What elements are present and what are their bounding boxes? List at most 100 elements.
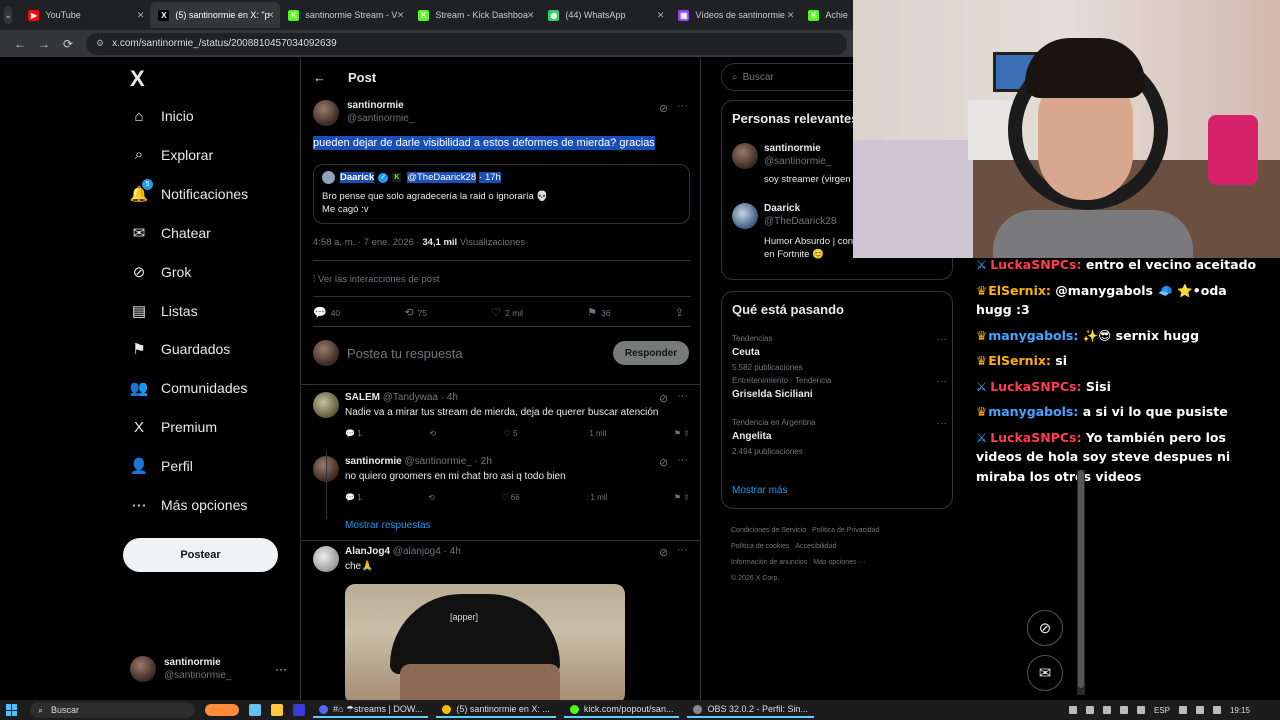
tray-icon[interactable] [1085,706,1094,714]
person-avatar[interactable] [732,143,758,169]
footer-link[interactable]: Política de Privacidad [812,527,879,534]
reply-photo[interactable]: [apper] [345,584,625,700]
tab-search-button[interactable]: ⌄ [4,6,13,24]
nav-item-explore[interactable]: ⌕ Explorar [130,141,213,169]
quoted-post[interactable]: Daarick ✓ K @TheDaarick28 · 17h Bro pens… [313,164,690,224]
footer-link[interactable]: © 2026 X Corp. [731,575,779,582]
app-v-icon[interactable] [293,704,305,716]
taskbar-search[interactable]: ⌕ Buscar [30,702,195,718]
nav-item-communities[interactable]: 👥 Comunidades [130,374,248,402]
like-button[interactable]: ♡ 66 [501,493,519,503]
messages-float-icon[interactable]: ✉ [1027,655,1063,691]
grok-icon[interactable]: ⊘ [659,456,668,469]
show-replies-link[interactable]: Mostrar respuestas [345,520,431,531]
nav-item-notifications[interactable]: 🔔 5 Notificaciones [130,178,248,208]
person-handle[interactable]: @santinormie_ [764,156,831,167]
show-more-link[interactable]: Mostrar más [732,485,788,496]
windows-start-icon[interactable] [6,704,18,716]
post-button[interactable]: Postear [123,538,278,572]
nav-item-home[interactable]: ⌂ Inicio [130,102,193,130]
views-button[interactable]: ⫶ 1 mil [586,493,607,503]
tab-close-icon[interactable]: ✕ [267,10,275,21]
taskbar-window[interactable]: (5) santinormie en X: ... [436,702,556,718]
tab-close-icon[interactable]: ✕ [527,10,535,21]
tab-close-icon[interactable]: ✕ [137,10,145,21]
tab-close-icon[interactable]: ✕ [787,10,795,21]
person-name[interactable]: santinormie [764,143,821,154]
reply-author[interactable]: SALEM [345,392,380,403]
repost-button[interactable]: ⟲ [429,429,436,439]
repost-button[interactable]: ⟲ [428,493,435,503]
file-explorer-icon[interactable] [271,704,283,716]
widget-icon[interactable] [205,704,239,716]
battery-icon[interactable] [1212,706,1221,714]
browser-tab[interactable]: ◉ (44) WhatsApp ✕ [540,2,670,28]
reply-button[interactable]: 💬 1 [345,493,362,503]
grok-icon[interactable]: ⊘ [659,546,668,559]
back-icon[interactable]: ← [8,37,32,51]
back-arrow-icon[interactable]: ← [313,70,326,85]
browser-tab[interactable]: ▶ YouTube ✕ [20,2,150,28]
footer-link[interactable]: Más opciones ··· [813,559,865,566]
reply-handle[interactable]: @santinormie_ · 2h [404,456,491,467]
footer-link[interactable]: Condiciones de Servicio [731,527,806,534]
views-button[interactable]: ⫶ 1 mil [585,429,606,439]
reply-post[interactable]: santinormie @santinormie_ · 2h ⊘ ··· no qui… [313,454,691,516]
more-icon[interactable]: ··· [677,544,688,556]
nav-item-profile[interactable]: 👤 Perfil [130,452,193,480]
tray-icon[interactable] [1068,706,1077,714]
like-button[interactable]: ♡ 5 [504,429,518,439]
author-name[interactable]: santinormie [347,100,414,111]
more-icon[interactable]: ··· [677,100,688,112]
footer-link[interactable]: Accesibilidad [795,543,836,550]
author-handle[interactable]: @santinormie_ [347,113,414,124]
nav-item-premium[interactable]: X Premium [130,413,217,441]
trend-more-icon[interactable]: ··· [937,376,947,387]
reply-handle[interactable]: @alanjog4 · 4h [393,546,461,557]
footer-link[interactable]: Información de anuncios [731,559,807,566]
reply-avatar[interactable] [313,546,339,572]
taskbar-window[interactable]: #⌂ ☂streams | DOW... [313,702,429,718]
browser-tab[interactable]: Ksantinormie Stream - V ✕ [280,2,410,28]
reply-button[interactable]: Responder [613,341,689,365]
reply-author[interactable]: santinormie [345,456,402,467]
language-indicator[interactable]: ESP [1154,706,1170,715]
more-icon[interactable]: ··· [677,454,688,466]
x-logo-icon[interactable]: X [130,66,145,92]
grok-icon[interactable]: ⊘ [659,392,668,405]
browser-tab[interactable]: K Stream - Kick Dashboa ✕ [410,2,540,28]
trend-more-icon[interactable]: ··· [937,334,947,345]
author-avatar[interactable] [313,100,339,126]
trend-more-icon[interactable]: ··· [937,418,947,429]
account-more-icon[interactable]: ··· [275,662,287,676]
grok-float-icon[interactable]: ⊘ [1027,610,1063,646]
person-avatar[interactable] [732,203,758,229]
nav-item-grok[interactable]: ⊘ Grok [130,258,192,286]
clock[interactable]: 19:15 [1230,706,1250,715]
trend-item[interactable]: Tendencias Ceuta 5.582 publicaciones ··· [732,334,947,372]
wifi-icon[interactable] [1178,706,1187,714]
person-name[interactable]: Daarick [764,203,800,214]
browser-tab[interactable]: ▣ Vídeos de santinormie ✕ [670,2,800,28]
nav-item-chat[interactable]: ✉ Chatear [130,219,211,247]
reply-avatar[interactable] [313,392,339,418]
trend-item[interactable]: Entretenimiento · Tendencia Griselda Sici… [732,376,947,400]
repost-button[interactable]: ⟲ 75 [404,306,427,319]
reply-handle[interactable]: @Tandywaa · 4h [383,392,458,403]
reply-author[interactable]: AlanJog4 [345,546,390,557]
site-info-icon[interactable]: ⚙ [96,38,104,49]
reply-input[interactable]: Postea tu respuesta [347,346,463,361]
bookmark-button[interactable]: ⚑ ⇪ [674,493,690,503]
scrollbar[interactable] [1077,470,1085,695]
taskbar-window[interactable]: OBS 32.0.2 - Perfil: Sin... [687,702,814,718]
nav-item-more[interactable]: ⋯ Más opciones [130,491,248,519]
tab-close-icon[interactable]: ✕ [657,10,665,21]
steam-icon[interactable] [249,704,261,716]
post-interactions-link[interactable]: ⫶ Ver las interacciones de post [313,274,439,285]
reply-button[interactable]: 💬 40 [313,306,340,319]
nav-item-lists[interactable]: ▤ Listas [130,297,198,325]
tray-icon[interactable] [1102,706,1111,714]
footer-link[interactable]: Política de cookies [731,543,789,550]
speaker-icon[interactable] [1195,706,1204,714]
network-icon[interactable] [1119,706,1128,714]
